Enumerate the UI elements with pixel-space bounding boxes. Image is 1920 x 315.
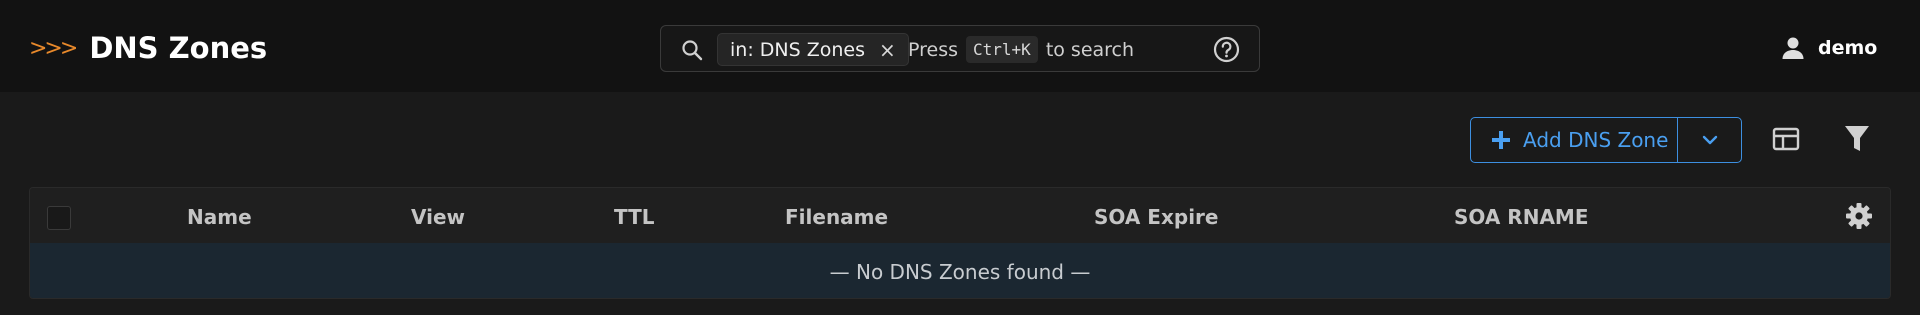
chevron-down-icon bbox=[1702, 135, 1717, 145]
filter-icon[interactable] bbox=[1844, 124, 1870, 154]
empty-state-message: — No DNS Zones found — bbox=[829, 259, 1091, 284]
top-bar: >>> DNS Zones in: DNS Zones × Press Ctrl… bbox=[0, 0, 1920, 92]
column-header-soa-expire[interactable]: SOA Expire bbox=[1094, 205, 1218, 229]
empty-state-row: — No DNS Zones found — bbox=[30, 243, 1890, 298]
add-options-dropdown[interactable] bbox=[1678, 118, 1741, 162]
search-hint[interactable]: Press Ctrl+K to search bbox=[908, 33, 1134, 66]
search-scope-chip: in: DNS Zones × bbox=[717, 33, 909, 66]
search-scope-label: in: DNS Zones bbox=[730, 38, 865, 61]
column-header-filename[interactable]: Filename bbox=[785, 205, 888, 229]
search-hint-suffix: to search bbox=[1045, 38, 1135, 61]
gear-icon[interactable] bbox=[1845, 202, 1873, 230]
close-icon[interactable]: × bbox=[879, 38, 896, 62]
brand-chevrons-icon: >>> bbox=[29, 35, 78, 61]
column-header-name[interactable]: Name bbox=[187, 205, 252, 229]
user-icon bbox=[1782, 37, 1804, 59]
column-header-view[interactable]: View bbox=[411, 205, 465, 229]
user-name: demo bbox=[1818, 37, 1878, 59]
dns-zones-table: Name View TTL Filename SOA Expire SOA RN… bbox=[29, 187, 1891, 299]
search-icon bbox=[682, 40, 703, 61]
search-bar[interactable]: in: DNS Zones × Press Ctrl+K to search bbox=[660, 25, 1260, 72]
select-all-checkbox[interactable] bbox=[47, 206, 71, 230]
search-shortcut-key: Ctrl+K bbox=[966, 36, 1038, 63]
user-menu[interactable]: demo bbox=[1780, 33, 1877, 63]
table-header: Name View TTL Filename SOA Expire SOA RN… bbox=[30, 188, 1890, 243]
search-hint-prefix: Press bbox=[908, 38, 959, 61]
add-dns-zone-button[interactable]: Add DNS Zone bbox=[1471, 118, 1678, 162]
column-header-soa-rname[interactable]: SOA RNAME bbox=[1454, 205, 1589, 229]
help-icon[interactable] bbox=[1213, 36, 1240, 63]
page-title: DNS Zones bbox=[89, 31, 268, 65]
column-header-ttl[interactable]: TTL bbox=[614, 205, 655, 229]
add-dns-zone-label: Add DNS Zone bbox=[1523, 128, 1669, 152]
brand[interactable]: >>> DNS Zones bbox=[29, 30, 267, 66]
layout-icon[interactable] bbox=[1772, 126, 1800, 152]
plus-icon bbox=[1492, 131, 1510, 149]
add-dns-zone-button-group: Add DNS Zone bbox=[1470, 117, 1742, 163]
